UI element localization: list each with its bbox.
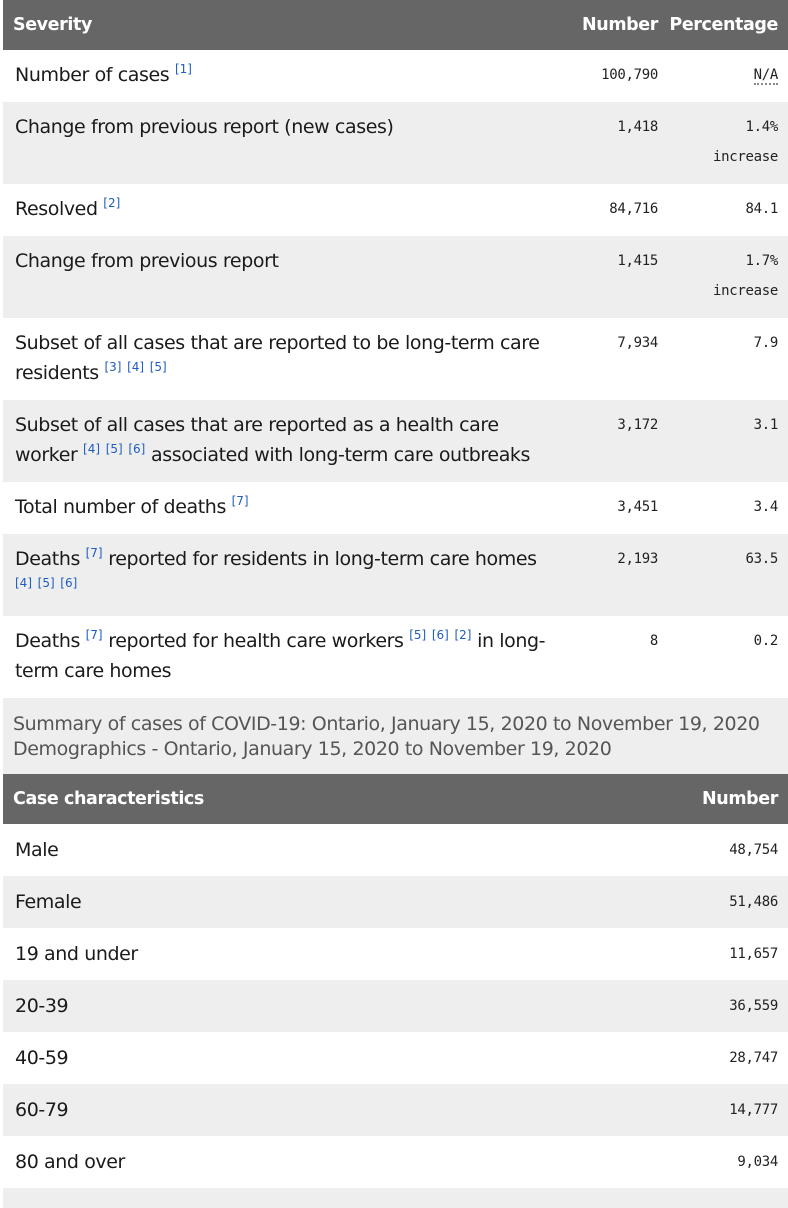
row-number: 100,790 bbox=[563, 50, 658, 102]
table-row: 60-79 14,777 bbox=[3, 1084, 788, 1136]
row-label: Total number of deaths [7] bbox=[3, 482, 563, 534]
table-row: Female 51,486 bbox=[3, 876, 788, 928]
row-label: Deaths [7] reported for health care work… bbox=[3, 616, 563, 698]
row-label: 40-59 bbox=[3, 1032, 396, 1084]
row-percentage: N/A bbox=[658, 50, 788, 102]
table-row: Total number of deaths [7] 3,451 3.4 bbox=[3, 482, 788, 534]
reference-link[interactable]: [4] bbox=[83, 442, 100, 456]
row-label: Resolved [2] bbox=[3, 184, 563, 236]
row-number: 14,777 bbox=[396, 1084, 788, 1136]
row-number: 7,934 bbox=[563, 318, 658, 400]
table-row: Deaths [7] reported for residents in lon… bbox=[3, 534, 788, 616]
reference-link[interactable]: [5] bbox=[106, 442, 123, 456]
row-label: Deaths [7] reported for residents in lon… bbox=[3, 534, 563, 616]
reference-link[interactable]: [7] bbox=[86, 546, 103, 560]
reference-link[interactable]: [6] bbox=[60, 576, 77, 590]
row-label: Subset of all cases that are reported to… bbox=[3, 318, 563, 400]
row-number: 84,716 bbox=[563, 184, 658, 236]
reference-link[interactable]: [3] bbox=[104, 360, 121, 374]
row-label: Change from previous report (new cases) bbox=[3, 102, 563, 184]
row-label: 19 and under bbox=[3, 928, 396, 980]
table-row: Subset of all cases that are reported as… bbox=[3, 400, 788, 482]
severity-header-row: Severity Number Percentage bbox=[3, 0, 788, 50]
row-label: Female bbox=[3, 876, 396, 928]
header-number[interactable]: Number bbox=[563, 0, 658, 50]
demographics-header-row: Case characteristics Number bbox=[3, 774, 788, 824]
row-percentage: 3.1 bbox=[658, 400, 788, 482]
table-row: Subset of all cases that are reported to… bbox=[3, 318, 788, 400]
reference-link[interactable]: [6] bbox=[128, 442, 145, 456]
reference-link[interactable]: [1] bbox=[175, 62, 192, 76]
reference-link[interactable]: [5] bbox=[409, 628, 426, 642]
table-row: 20-39 36,559 bbox=[3, 980, 788, 1032]
table-row: 19 and under 11,657 bbox=[3, 928, 788, 980]
row-number: 1,415 bbox=[563, 236, 658, 318]
reference-link[interactable]: [7] bbox=[232, 494, 249, 508]
table-row: Deaths [7] reported for health care work… bbox=[3, 616, 788, 698]
reference-link[interactable]: [4] bbox=[15, 576, 32, 590]
table-row-partial bbox=[3, 1188, 788, 1208]
header-case-characteristics[interactable]: Case characteristics bbox=[3, 774, 396, 824]
na-abbreviation[interactable]: N/A bbox=[754, 67, 778, 85]
reference-link[interactable]: [6] bbox=[432, 628, 449, 642]
row-percentage: 1.7% increase bbox=[658, 236, 788, 318]
row-percentage: 3.4 bbox=[658, 482, 788, 534]
row-label: Number of cases [1] bbox=[3, 50, 563, 102]
row-number: 1,418 bbox=[563, 102, 658, 184]
row-number: 28,747 bbox=[396, 1032, 788, 1084]
table-row: 40-59 28,747 bbox=[3, 1032, 788, 1084]
row-number: 8 bbox=[563, 616, 658, 698]
row-label: Change from previous report bbox=[3, 236, 563, 318]
row-label: Subset of all cases that are reported as… bbox=[3, 400, 563, 482]
table-row: 80 and over 9,034 bbox=[3, 1136, 788, 1188]
reference-link[interactable]: [7] bbox=[86, 628, 103, 642]
severity-table: Severity Number Percentage Number of cas… bbox=[3, 0, 788, 698]
row-label: 20-39 bbox=[3, 980, 396, 1032]
row-label: 60-79 bbox=[3, 1084, 396, 1136]
header-severity[interactable]: Severity bbox=[3, 0, 563, 50]
demographics-table: Case characteristics Number Male 48,754 … bbox=[3, 774, 788, 1208]
reference-link[interactable]: [2] bbox=[103, 196, 120, 210]
header-percentage[interactable]: Percentage bbox=[658, 0, 788, 50]
row-number: 48,754 bbox=[396, 824, 788, 876]
reference-link[interactable]: [5] bbox=[38, 576, 55, 590]
table-row: Change from previous report 1,415 1.7% i… bbox=[3, 236, 788, 318]
row-number: 9,034 bbox=[396, 1136, 788, 1188]
row-number: 3,451 bbox=[563, 482, 658, 534]
row-number: 11,657 bbox=[396, 928, 788, 980]
row-label: Male bbox=[3, 824, 396, 876]
row-percentage: 0.2 bbox=[658, 616, 788, 698]
page: Severity Number Percentage Number of cas… bbox=[0, 0, 788, 1208]
reference-link[interactable]: [2] bbox=[454, 628, 471, 642]
table-row: Change from previous report (new cases) … bbox=[3, 102, 788, 184]
demographics-caption: Demographics - Ontario, January 15, 2020… bbox=[13, 737, 778, 762]
row-number: 36,559 bbox=[396, 980, 788, 1032]
table-caption: Summary of cases of COVID-19: Ontario, J… bbox=[3, 698, 788, 774]
row-number: 3,172 bbox=[563, 400, 658, 482]
table-row: Resolved [2] 84,716 84.1 bbox=[3, 184, 788, 236]
row-percentage: 84.1 bbox=[658, 184, 788, 236]
row-percentage: 7.9 bbox=[658, 318, 788, 400]
row-number: 51,486 bbox=[396, 876, 788, 928]
row-number: 2,193 bbox=[563, 534, 658, 616]
reference-link[interactable]: [5] bbox=[150, 360, 167, 374]
row-percentage: 63.5 bbox=[658, 534, 788, 616]
summary-caption: Summary of cases of COVID-19: Ontario, J… bbox=[13, 712, 778, 737]
table-row: Male 48,754 bbox=[3, 824, 788, 876]
header-number[interactable]: Number bbox=[396, 774, 788, 824]
table-row: Number of cases [1] 100,790 N/A bbox=[3, 50, 788, 102]
reference-link[interactable]: [4] bbox=[127, 360, 144, 374]
row-label: 80 and over bbox=[3, 1136, 396, 1188]
row-percentage: 1.4% increase bbox=[658, 102, 788, 184]
